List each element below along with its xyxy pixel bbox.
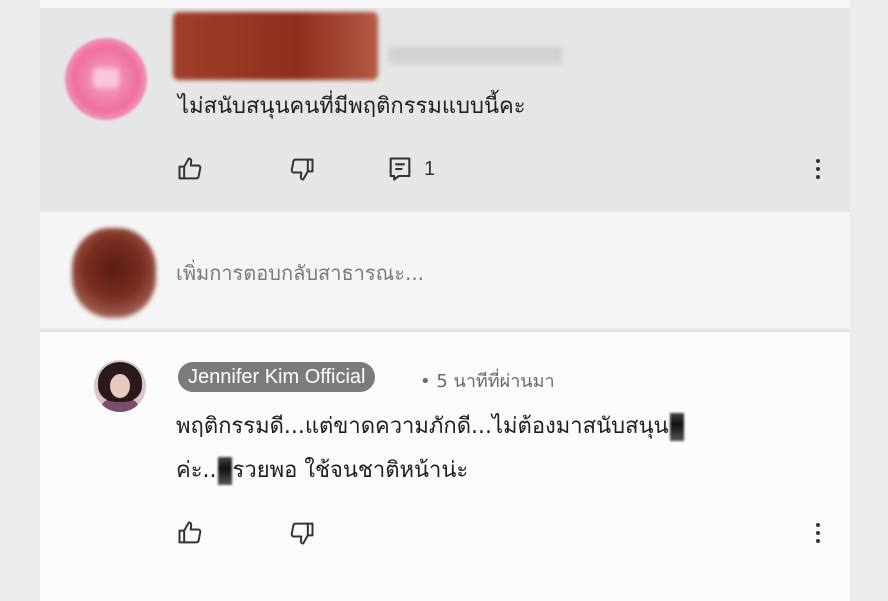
- public-reply-input[interactable]: [176, 258, 816, 288]
- dislike-button[interactable]: [288, 154, 316, 184]
- reply-text-part: พฤติกรรมดี...แต่ขาดความภักดี...ไม่ต้องมา…: [176, 414, 669, 439]
- like-icon: [178, 521, 202, 544]
- reply-comment: Jennifer Kim Official • 5 นาทีที่ผ่านมา …: [40, 330, 850, 601]
- channel-owner-badge[interactable]: Jennifer Kim Official: [178, 362, 376, 392]
- reply-icon: [389, 157, 411, 181]
- reply-text-part: ค่ะ..: [176, 458, 217, 483]
- divider: [40, 330, 850, 332]
- like-button[interactable]: [176, 518, 204, 548]
- reply-count: 1: [424, 157, 436, 180]
- like-button[interactable]: [176, 154, 204, 184]
- replies-button[interactable]: 1: [386, 154, 435, 184]
- reply-text-part: รวยพอ ใช้จนชาติหน้าน่ะ: [232, 458, 469, 483]
- author-avatar[interactable]: [94, 360, 146, 412]
- top-comment: ไม่สนับสนุนคนที่มีพฤติกรรมแบบนี้คะ 1: [40, 8, 850, 212]
- reply-composer: [40, 212, 850, 328]
- reply-timestamp[interactable]: • 5 นาทีที่ผ่านมา: [420, 366, 555, 395]
- dislike-button[interactable]: [288, 518, 316, 548]
- dislike-icon: [290, 522, 314, 545]
- top-strip: [40, 0, 850, 8]
- commenter-avatar-blurred[interactable]: [65, 38, 147, 120]
- right-margin: [850, 0, 888, 601]
- more-vert-icon[interactable]: [813, 518, 823, 548]
- censored-text: [669, 413, 684, 441]
- comment-text: ไม่สนับสนุนคนที่มีพฤติกรรมแบบนี้คะ: [178, 94, 526, 119]
- more-vert-icon[interactable]: [813, 154, 823, 184]
- left-margin: [0, 0, 40, 601]
- current-user-avatar-blurred: [72, 228, 156, 318]
- dislike-icon: [290, 158, 314, 181]
- like-icon: [178, 157, 202, 180]
- reply-text-line-1: พฤติกรรมดี...แต่ขาดความภักดี...ไม่ต้องมา…: [176, 408, 685, 443]
- redacted-author-name: [173, 12, 378, 80]
- censored-text: [217, 457, 232, 485]
- redacted-timestamp: [388, 46, 563, 64]
- reply-text-line-2: ค่ะ.. รวยพอ ใช้จนชาติหน้าน่ะ: [176, 452, 468, 487]
